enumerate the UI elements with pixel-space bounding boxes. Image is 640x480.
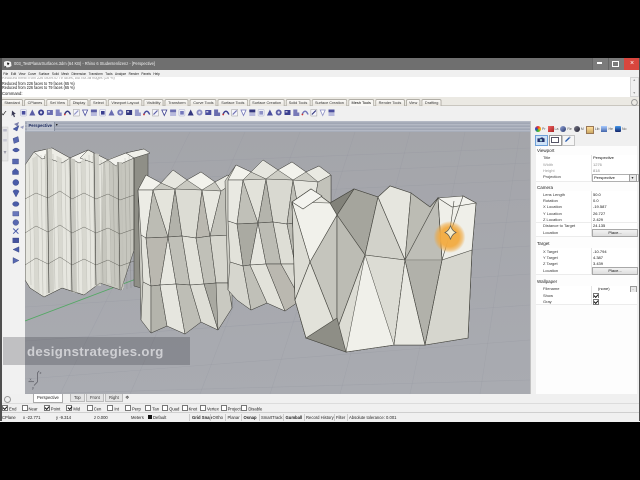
svg-text:✓: ✓ (1, 109, 8, 118)
svg-text:y: y (32, 385, 34, 390)
svg-text:x: x (30, 377, 32, 382)
svg-text:z: z (40, 370, 42, 375)
